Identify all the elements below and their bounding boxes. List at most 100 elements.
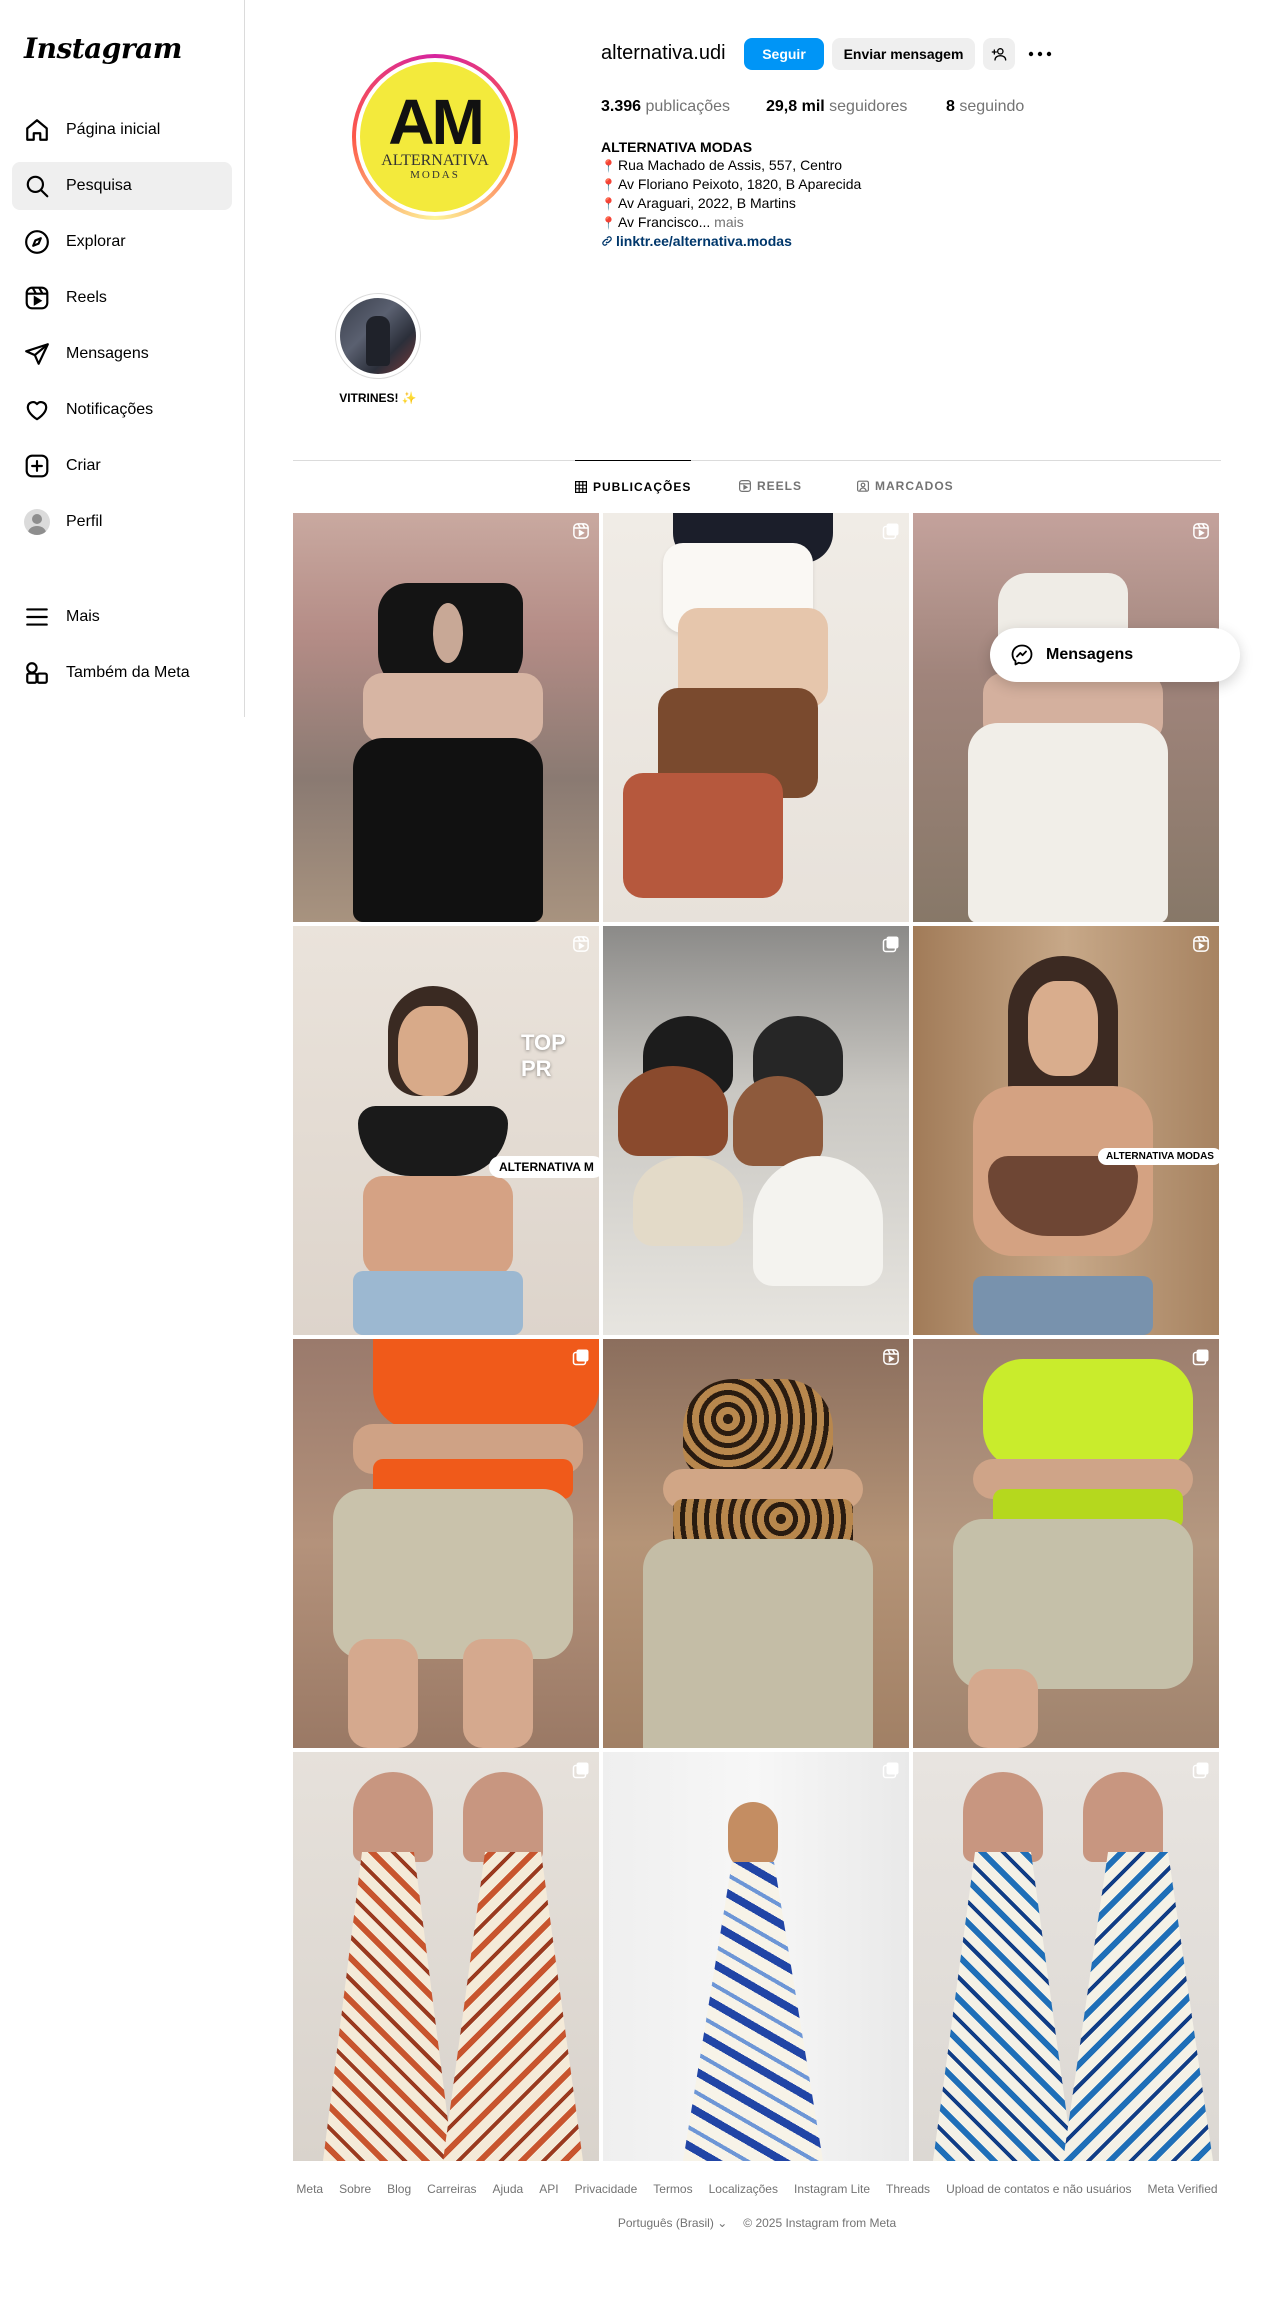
story-highlight[interactable]: VITRINES! ✨ (335, 293, 421, 405)
post-thumbnail[interactable] (603, 926, 909, 1335)
post-thumbnail[interactable] (293, 1339, 599, 1748)
sidebar-item-messages[interactable]: Mensagens (12, 330, 232, 378)
chevron-down-icon: ⌄ (717, 2216, 728, 2230)
pin-icon: 📍 (601, 178, 616, 192)
sidebar-item-search[interactable]: Pesquisa (12, 162, 232, 210)
search-icon (26, 175, 49, 198)
sidebar-item-create[interactable]: Criar (12, 442, 232, 490)
carousel-badge-icon (572, 1762, 589, 1779)
sidebar-item-label: Pesquisa (66, 177, 132, 194)
footer-link[interactable]: Blog (387, 2182, 411, 2196)
pin-icon: 📍 (601, 159, 616, 173)
sidebar-item-label: Página inicial (66, 121, 161, 138)
grid-icon (575, 480, 587, 493)
sidebar-item-reels[interactable]: Reels (12, 274, 232, 322)
carousel-badge-icon (882, 1762, 899, 1779)
footer-link[interactable]: Meta Verified (1148, 2182, 1218, 2196)
bio-line: 📍 Av Araguari, 2022, B Martins (601, 195, 796, 211)
reel-badge-icon (573, 936, 589, 952)
sidebar-item-label: Explorar (66, 233, 126, 250)
footer-link[interactable]: Localizações (709, 2182, 778, 2196)
post-sticker: ALTERNATIVA M (489, 1156, 599, 1178)
sidebar-item-notifications[interactable]: Notificações (12, 386, 232, 434)
more-options-icon[interactable] (1026, 42, 1054, 66)
compass-icon (25, 230, 49, 254)
sidebar-item-meta[interactable]: Também da Meta (12, 649, 232, 697)
meta-apps-icon (26, 662, 48, 684)
sidebar-item-label: Notificações (66, 401, 154, 418)
sidebar-item-more[interactable]: Mais (12, 593, 232, 641)
carousel-badge-icon (882, 523, 899, 540)
home-icon (26, 119, 48, 141)
footer-link[interactable]: Privacidade (575, 2182, 638, 2196)
footer-link[interactable]: Carreiras (427, 2182, 476, 2196)
reel-badge-icon (1193, 936, 1209, 952)
post-thumbnail[interactable]: ALTERNATIVA MODAS (913, 926, 1219, 1335)
post-thumbnail[interactable] (603, 1752, 909, 2161)
bio-link[interactable]: linktr.ee/alternativa.modas (601, 232, 861, 250)
sidebar-item-label: Perfil (66, 513, 103, 530)
copyright-text: © 2025 Instagram from Meta (743, 2216, 897, 2230)
carousel-badge-icon (572, 1349, 589, 1366)
post-thumbnail[interactable] (293, 513, 599, 922)
reel-badge-icon (573, 523, 589, 539)
heart-icon (26, 401, 48, 421)
bio-more-link[interactable]: mais (710, 214, 744, 230)
sidebar-item-label: Mensagens (66, 345, 149, 362)
tab-tagged[interactable]: MARCADOS (857, 460, 954, 512)
following-count[interactable]: 8 seguindo (946, 98, 1024, 116)
pin-icon: 📍 (601, 197, 616, 211)
profile-bio: ALTERNATIVA MODAS 📍 Rua Machado de Assis,… (601, 138, 861, 250)
bio-line: 📍 Av Francisco... mais (601, 214, 744, 230)
footer-link[interactable]: Sobre (339, 2182, 371, 2196)
footer-links: Meta Sobre Blog Carreiras Ajuda API Priv… (293, 2182, 1221, 2196)
profile-stats: 3.396 publicações 29,8 mil seguidores 8 … (601, 98, 1024, 116)
bio-line: 📍 Av Floriano Peixoto, 1820, B Aparecida (601, 176, 862, 192)
post-thumbnail[interactable] (603, 513, 909, 922)
footer-link[interactable]: Termos (653, 2182, 692, 2196)
highlight-cover (340, 298, 416, 374)
tab-reels[interactable]: REELS (739, 460, 802, 512)
profile-username: alternativa.udi (601, 42, 726, 64)
highlight-label: VITRINES! ✨ (339, 391, 417, 405)
post-overlay-text: TOP PR (521, 1030, 566, 1081)
footer-bottom: Português (Brasil) ⌄ © 2025 Instagram fr… (293, 2216, 1221, 2230)
sidebar-item-label: Reels (66, 289, 107, 306)
instagram-logo[interactable]: Instagram (24, 32, 182, 65)
post-thumbnail[interactable] (913, 1339, 1219, 1748)
reel-badge-icon (1193, 523, 1209, 539)
reel-badge-icon (883, 1349, 899, 1365)
footer-link[interactable]: Instagram Lite (794, 2182, 870, 2196)
carousel-badge-icon (882, 936, 899, 953)
language-select[interactable]: Português (Brasil) ⌄ (618, 2216, 727, 2230)
post-thumbnail[interactable]: TOP PR ALTERNATIVA M (293, 926, 599, 1335)
tab-posts[interactable]: PUBLICAÇÕES (575, 460, 692, 512)
footer-link[interactable]: Meta (296, 2182, 323, 2196)
post-thumbnail[interactable] (913, 1752, 1219, 2161)
send-message-button[interactable]: Enviar mensagem (832, 38, 975, 70)
sidebar-item-label: Mais (66, 608, 100, 625)
footer-link[interactable]: Threads (886, 2182, 930, 2196)
post-sticker: ALTERNATIVA MODAS (1098, 1148, 1219, 1165)
footer-link[interactable]: Ajuda (493, 2182, 524, 2196)
sidebar-item-explore[interactable]: Explorar (12, 218, 232, 266)
footer-link[interactable]: Upload de contatos e não usuários (946, 2182, 1131, 2196)
sidebar-item-home[interactable]: Página inicial (12, 106, 232, 154)
link-icon (602, 236, 612, 246)
floating-messages-button[interactable]: Mensagens (990, 628, 1240, 682)
followers-count[interactable]: 29,8 mil seguidores (766, 98, 946, 116)
post-thumbnail[interactable] (603, 1339, 909, 1748)
messenger-icon (1011, 644, 1033, 666)
footer-link[interactable]: API (539, 2182, 558, 2196)
suggest-accounts-button[interactable] (983, 38, 1015, 70)
post-thumbnail[interactable] (293, 1752, 599, 2161)
profile-avatar[interactable]: AM ALTERNATIVA MODAS (352, 54, 518, 220)
bio-line: 📍 Rua Machado de Assis, 557, Centro (601, 157, 843, 173)
follow-button[interactable]: Seguir (744, 38, 824, 70)
avatar-icon (24, 509, 50, 535)
carousel-badge-icon (1192, 1762, 1209, 1779)
hamburger-icon (26, 608, 48, 626)
post-thumbnail[interactable] (913, 513, 1219, 922)
sidebar-item-profile[interactable]: Perfil (12, 498, 232, 546)
posts-grid: TOP PR ALTERNATIVA M ALTERNATIVA MODAS (293, 513, 1219, 2161)
